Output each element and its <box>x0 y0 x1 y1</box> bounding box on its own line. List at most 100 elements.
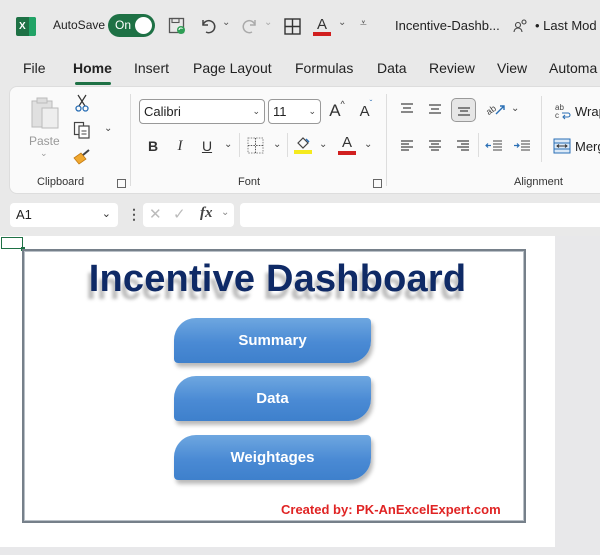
autosave-toggle[interactable]: On <box>108 14 155 37</box>
font-color-glyph: A <box>341 134 352 151</box>
fill-color-dropdown-icon[interactable]: ⌄ <box>319 139 327 150</box>
document-title[interactable]: Incentive-Dashb... <box>395 18 500 33</box>
svg-text:ab: ab <box>485 103 498 117</box>
cut-icon[interactable] <box>74 94 90 112</box>
paste-icon[interactable] <box>30 96 60 130</box>
clipboard-group-label: Clipboard <box>37 176 85 188</box>
svg-text:c: c <box>555 111 559 120</box>
group-divider <box>541 96 542 162</box>
wrap-text-button[interactable]: Wrap <box>575 104 600 119</box>
chevron-down-icon[interactable]: ⌄ <box>221 207 229 218</box>
ribbon-tabs: File Home Insert Page Layout Formulas Da… <box>0 58 600 84</box>
font-size-dropdown[interactable]: 11 ⌄ <box>268 99 321 124</box>
undo-icon[interactable] <box>198 14 218 38</box>
tab-insert[interactable]: Insert <box>134 60 169 76</box>
increase-indent-icon[interactable] <box>512 137 532 155</box>
tab-data[interactable]: Data <box>377 60 407 76</box>
tab-review[interactable]: Review <box>429 60 475 76</box>
shrink-font-button[interactable]: Aˇ <box>356 99 376 123</box>
autosave-label: AutoSave <box>53 18 106 32</box>
autosave-state: On <box>115 18 132 32</box>
align-center-icon[interactable] <box>426 137 444 155</box>
paste-label[interactable]: Paste <box>29 134 60 148</box>
group-divider <box>386 94 387 186</box>
grow-font-icon: A <box>329 101 341 120</box>
font-color-icon[interactable]: A <box>312 14 332 38</box>
format-painter-icon[interactable] <box>72 147 92 167</box>
redo-icon[interactable] <box>240 14 260 38</box>
alignment-group-label: Alignment <box>514 176 563 188</box>
dashboard-title: Incentive Dashboard <box>88 258 467 300</box>
merge-center-icon[interactable] <box>552 137 572 155</box>
wrap-text-icon[interactable]: ab c <box>553 101 573 121</box>
font-color-dropdown-icon[interactable]: ⌄ <box>364 139 372 150</box>
tab-home[interactable]: Home <box>73 60 112 76</box>
enter-icon[interactable]: ✓ <box>173 205 186 223</box>
insert-function-button[interactable]: fx <box>200 205 213 222</box>
save-sync-icon[interactable] <box>166 14 188 38</box>
redo-dropdown-icon[interactable]: ⌄ <box>264 17 272 28</box>
divider <box>478 133 479 157</box>
font-color-button[interactable]: A <box>337 134 357 156</box>
summary-button[interactable]: Summary <box>174 318 371 363</box>
clipboard-launcher-icon[interactable] <box>117 179 126 188</box>
cancel-icon[interactable]: ✕ <box>149 205 162 223</box>
borders-button[interactable] <box>246 136 264 154</box>
orientation-icon[interactable]: ab <box>485 99 507 119</box>
weightages-button[interactable]: Weightages <box>174 435 371 480</box>
worksheet-background <box>555 236 600 555</box>
middle-align-icon[interactable] <box>426 100 444 118</box>
worksheet-background <box>0 547 600 555</box>
bold-button[interactable]: B <box>144 136 162 156</box>
active-tab-indicator <box>75 82 111 85</box>
font-color-dropdown-icon[interactable]: ⌄ <box>338 17 346 28</box>
name-box-value: A1 <box>16 207 32 222</box>
align-right-icon[interactable] <box>454 137 472 155</box>
font-name-value: Calibri <box>144 104 181 119</box>
more-options-icon[interactable]: ⋮ <box>127 206 141 223</box>
bottom-align-button[interactable] <box>451 98 476 122</box>
tab-automate[interactable]: Automa <box>549 60 597 76</box>
font-launcher-icon[interactable] <box>373 179 382 188</box>
toggle-knob <box>135 17 152 34</box>
italic-button[interactable]: I <box>171 136 189 156</box>
formula-buttons: ✕ ✓ fx ⌄ <box>143 203 234 227</box>
borders-icon[interactable] <box>282 14 302 38</box>
top-align-icon[interactable] <box>398 100 416 118</box>
font-group-label: Font <box>238 176 261 188</box>
active-cell-a1[interactable] <box>1 237 23 249</box>
divider <box>287 133 288 157</box>
credit-text: Created by: PK-AnExcelExpert.com <box>281 502 501 517</box>
excel-logo-icon: X <box>16 17 36 36</box>
borders-dropdown-icon[interactable]: ⌄ <box>273 139 281 150</box>
decrease-indent-icon[interactable] <box>484 137 504 155</box>
font-color-swatch <box>338 151 356 155</box>
font-name-dropdown[interactable]: Calibri ⌄ <box>139 99 265 124</box>
paste-dropdown-icon[interactable]: ⌄ <box>40 149 48 159</box>
shrink-font-icon: A <box>359 102 370 120</box>
undo-dropdown-icon[interactable]: ⌄ <box>222 17 230 28</box>
data-button[interactable]: Data <box>174 376 371 421</box>
chevron-down-icon: ⌄ <box>101 208 111 220</box>
title-bar: X AutoSave On ⌄ ⌄ A ⌄ ⩡ Incentive-Dashb.… <box>0 0 600 52</box>
orientation-dropdown-icon[interactable]: ⌄ <box>511 103 519 114</box>
formula-input[interactable] <box>240 203 600 227</box>
customize-qat-icon[interactable]: ⩡ <box>360 16 367 31</box>
coauthor-icon[interactable] <box>512 14 528 38</box>
copy-icon[interactable] <box>72 120 92 140</box>
underline-button[interactable]: U <box>198 136 216 156</box>
merge-center-button[interactable]: Merg <box>575 139 600 154</box>
last-modified[interactable]: • Last Mod <box>535 18 597 33</box>
grow-font-button[interactable]: A ^ <box>327 99 347 123</box>
copy-dropdown-icon[interactable]: ⌄ <box>104 123 112 134</box>
tab-file[interactable]: File <box>23 60 46 76</box>
chevron-down-icon: ⌄ <box>252 106 260 116</box>
name-box[interactable]: A1 ⌄ <box>10 203 118 227</box>
underline-dropdown-icon[interactable]: ⌄ <box>224 139 232 150</box>
divider <box>239 133 240 157</box>
tab-page-layout[interactable]: Page Layout <box>193 60 272 76</box>
fill-color-button[interactable] <box>293 134 313 156</box>
tab-view[interactable]: View <box>497 60 527 76</box>
align-left-icon[interactable] <box>398 137 416 155</box>
tab-formulas[interactable]: Formulas <box>295 60 353 76</box>
